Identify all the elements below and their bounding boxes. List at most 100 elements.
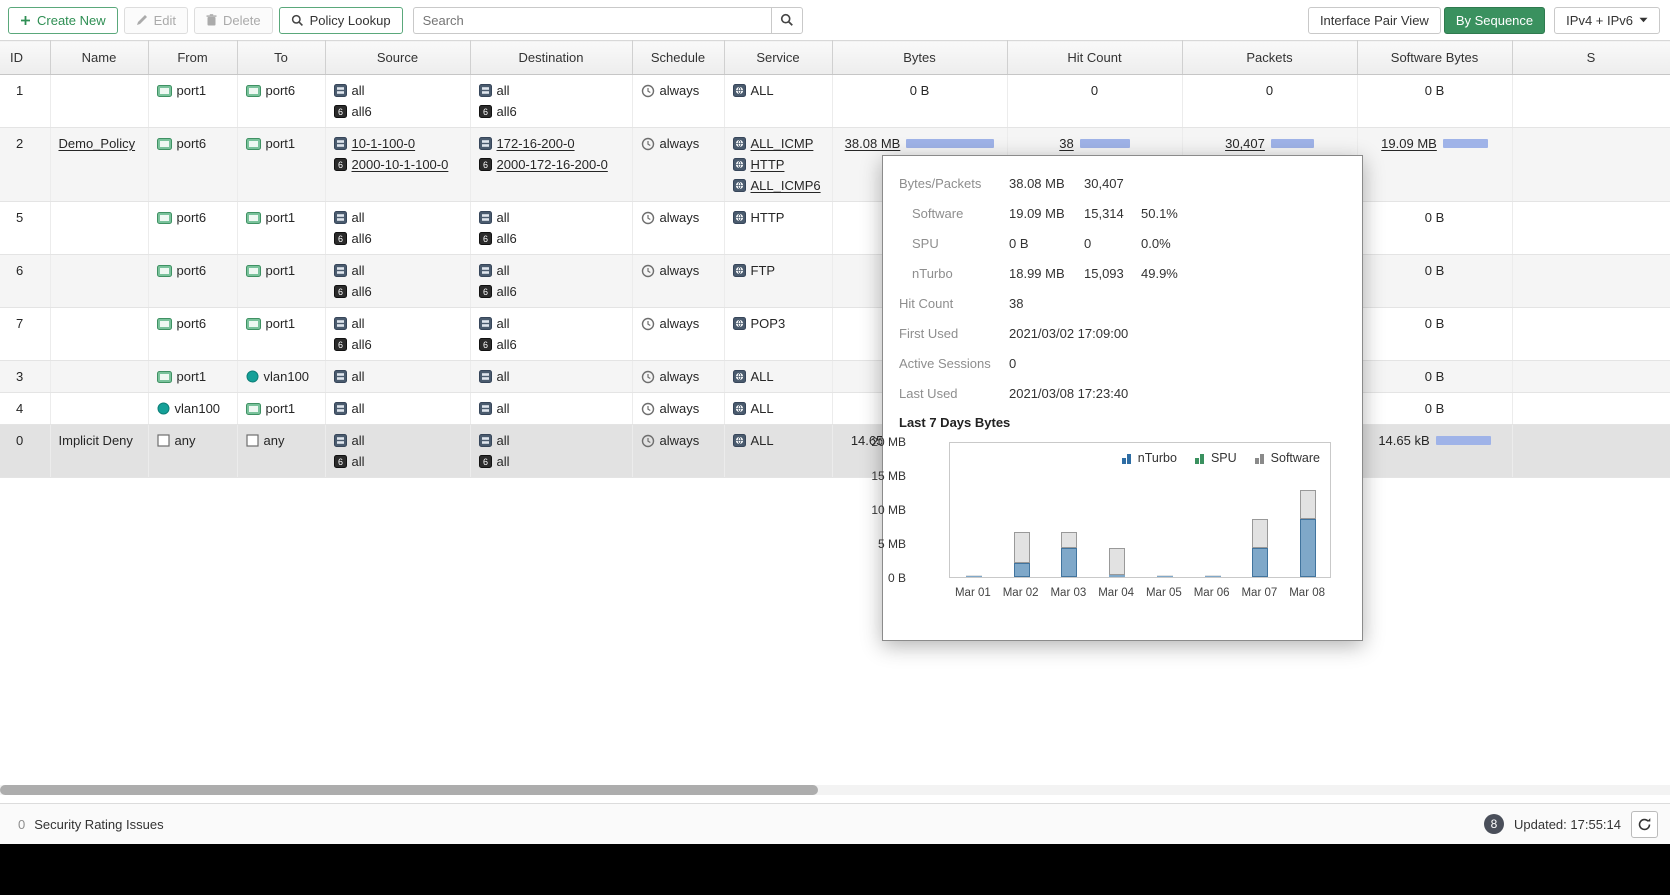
policy-row-2[interactable]: 2Demo_Policyport6port110-1-100-062000-10… <box>0 128 1670 202</box>
pencil-icon <box>136 14 148 26</box>
software-bytes-value[interactable]: 19.09 MB <box>1381 133 1437 154</box>
from-entry: port6 <box>157 133 229 154</box>
column-header-destination[interactable]: Destination <box>470 41 632 75</box>
service-label[interactable]: HTTP <box>751 154 785 175</box>
policy-row-4[interactable]: 4vlan100port1allallalwaysALL0 B <box>0 393 1670 425</box>
subnet-icon <box>334 434 347 447</box>
source-label[interactable]: 2000-10-1-100-0 <box>352 154 449 175</box>
source-label[interactable]: 10-1-100-0 <box>352 133 416 154</box>
column-header-to[interactable]: To <box>237 41 325 75</box>
legend-item-software: Software <box>1255 451 1320 465</box>
hit-count-usage-bar <box>1080 139 1130 148</box>
policy-row-0[interactable]: 0Implicit Denyanyanyall6allall6allalways… <box>0 425 1670 478</box>
plus-icon <box>20 15 31 26</box>
stat-label: SPU <box>899 236 1009 251</box>
destination-entry: all <box>479 398 624 419</box>
service-cell: ALL <box>724 393 832 425</box>
chart-bar-nturbo-mar-02 <box>1014 563 1030 577</box>
column-header-service[interactable]: Service <box>724 41 832 75</box>
x-axis-tick-label: Mar 02 <box>997 587 1045 599</box>
service-entry: ALL_ICMP6 <box>733 175 824 196</box>
from-cell: port6 <box>148 255 237 308</box>
id-cell: 5 <box>0 202 50 255</box>
schedule-entry: always <box>641 398 716 419</box>
vlan-icon <box>157 402 170 415</box>
destination-label[interactable]: 172-16-200-0 <box>497 133 575 154</box>
bytes-value[interactable]: 38.08 MB <box>845 133 901 154</box>
chart-bar-software-mar-06 <box>1205 575 1221 576</box>
stat-value: 50.1% <box>1141 206 1346 221</box>
horizontal-scrollbar[interactable] <box>0 785 1670 795</box>
column-header-software-bytes[interactable]: Software Bytes <box>1357 41 1512 75</box>
service-label[interactable]: ALL_ICMP <box>751 133 814 154</box>
ip-version-dropdown[interactable]: IPv4 + IPv6 <box>1554 7 1660 34</box>
packets-value[interactable]: 30,407 <box>1225 133 1265 154</box>
policy-row-5[interactable]: 5port6port1all6all6all6all6alwaysHTTP0 B <box>0 202 1670 255</box>
subnet-icon <box>334 84 347 97</box>
service-cell: ALL <box>724 75 832 128</box>
interface-pair-view-button[interactable]: Interface Pair View <box>1308 7 1441 34</box>
chart-bar-nturbo-mar-05 <box>1157 576 1173 577</box>
horizontal-scrollbar-thumb[interactable] <box>0 785 818 795</box>
from-entry: port6 <box>157 260 229 281</box>
source-cell: all6all6 <box>325 202 470 255</box>
x-axis-tick-label: Mar 01 <box>949 587 997 599</box>
software-bytes-cell: 0 B <box>1357 202 1512 255</box>
policy-row-7[interactable]: 7port6port1all6all6all6all6alwaysPOP30 B <box>0 308 1670 361</box>
policy-name[interactable]: Demo_Policy <box>59 136 136 151</box>
stat-row: First Used2021/03/02 17:09:00 <box>899 318 1346 348</box>
schedule-label: always <box>660 398 700 419</box>
stat-value: 30,407 <box>1084 176 1141 191</box>
policy-row-1[interactable]: 1port1port6all6all6all6all6alwaysALL0 B0… <box>0 75 1670 128</box>
service-label[interactable]: ALL_ICMP6 <box>751 175 821 196</box>
column-header-s[interactable]: S <box>1512 41 1670 75</box>
column-header-hit-count[interactable]: Hit Count <box>1007 41 1182 75</box>
schedule-label: always <box>660 313 700 334</box>
policy-id: 6 <box>16 263 23 278</box>
column-header-label: Schedule <box>651 50 705 65</box>
subnet-icon <box>479 434 492 447</box>
create-new-button[interactable]: Create New <box>8 7 118 34</box>
notification-badge[interactable]: 8 <box>1484 814 1504 834</box>
policy-row-6[interactable]: 6port6port1all6all6all6all6alwaysFTP0 B <box>0 255 1670 308</box>
search-button[interactable] <box>771 7 803 34</box>
destination-label[interactable]: 2000-172-16-200-0 <box>497 154 608 175</box>
policy-lookup-button[interactable]: Policy Lookup <box>279 7 403 34</box>
subnet-icon <box>334 211 347 224</box>
policy-id: 0 <box>16 433 23 448</box>
name-cell <box>50 202 148 255</box>
destination-cell: all6all <box>470 425 632 478</box>
by-sequence-button[interactable]: By Sequence <box>1444 7 1545 34</box>
column-header-source[interactable]: Source <box>325 41 470 75</box>
destination-label: all <box>497 366 510 387</box>
column-header-id[interactable]: ID <box>0 41 50 75</box>
name-cell <box>50 75 148 128</box>
edit-button[interactable]: Edit <box>124 7 188 34</box>
from-label: any <box>175 430 196 451</box>
clock-icon <box>641 84 655 98</box>
hit-count-value[interactable]: 38 <box>1059 133 1073 154</box>
search-box <box>413 7 803 34</box>
to-label: port1 <box>266 398 296 419</box>
policy-name: Implicit Deny <box>59 433 133 448</box>
column-header-packets[interactable]: Packets <box>1182 41 1357 75</box>
policy-row-3[interactable]: 3port1vlan100allallalwaysALL0 B <box>0 361 1670 393</box>
column-header-name[interactable]: Name <box>50 41 148 75</box>
software-bytes-cell: 0 B <box>1357 255 1512 308</box>
stat-value: 49.9% <box>1141 266 1346 281</box>
search-input[interactable] <box>413 7 771 34</box>
ip-version-label: IPv4 + IPv6 <box>1566 13 1633 28</box>
software-bytes-usage-bar <box>1436 436 1491 445</box>
packets-cell: 0 <box>1182 75 1357 128</box>
delete-button[interactable]: Delete <box>194 7 273 34</box>
edit-label: Edit <box>154 13 176 28</box>
app-root: Create New Edit Delete Policy Lookup Int… <box>0 0 1670 478</box>
software-bytes-usage-bar <box>1443 139 1488 148</box>
stat-value: 0 B <box>1009 236 1084 251</box>
refresh-button[interactable] <box>1631 811 1658 838</box>
column-header-from[interactable]: From <box>148 41 237 75</box>
column-header-bytes[interactable]: Bytes <box>832 41 1007 75</box>
column-header-schedule[interactable]: Schedule <box>632 41 724 75</box>
destination-entry: all <box>479 366 624 387</box>
to-label: port1 <box>266 207 296 228</box>
